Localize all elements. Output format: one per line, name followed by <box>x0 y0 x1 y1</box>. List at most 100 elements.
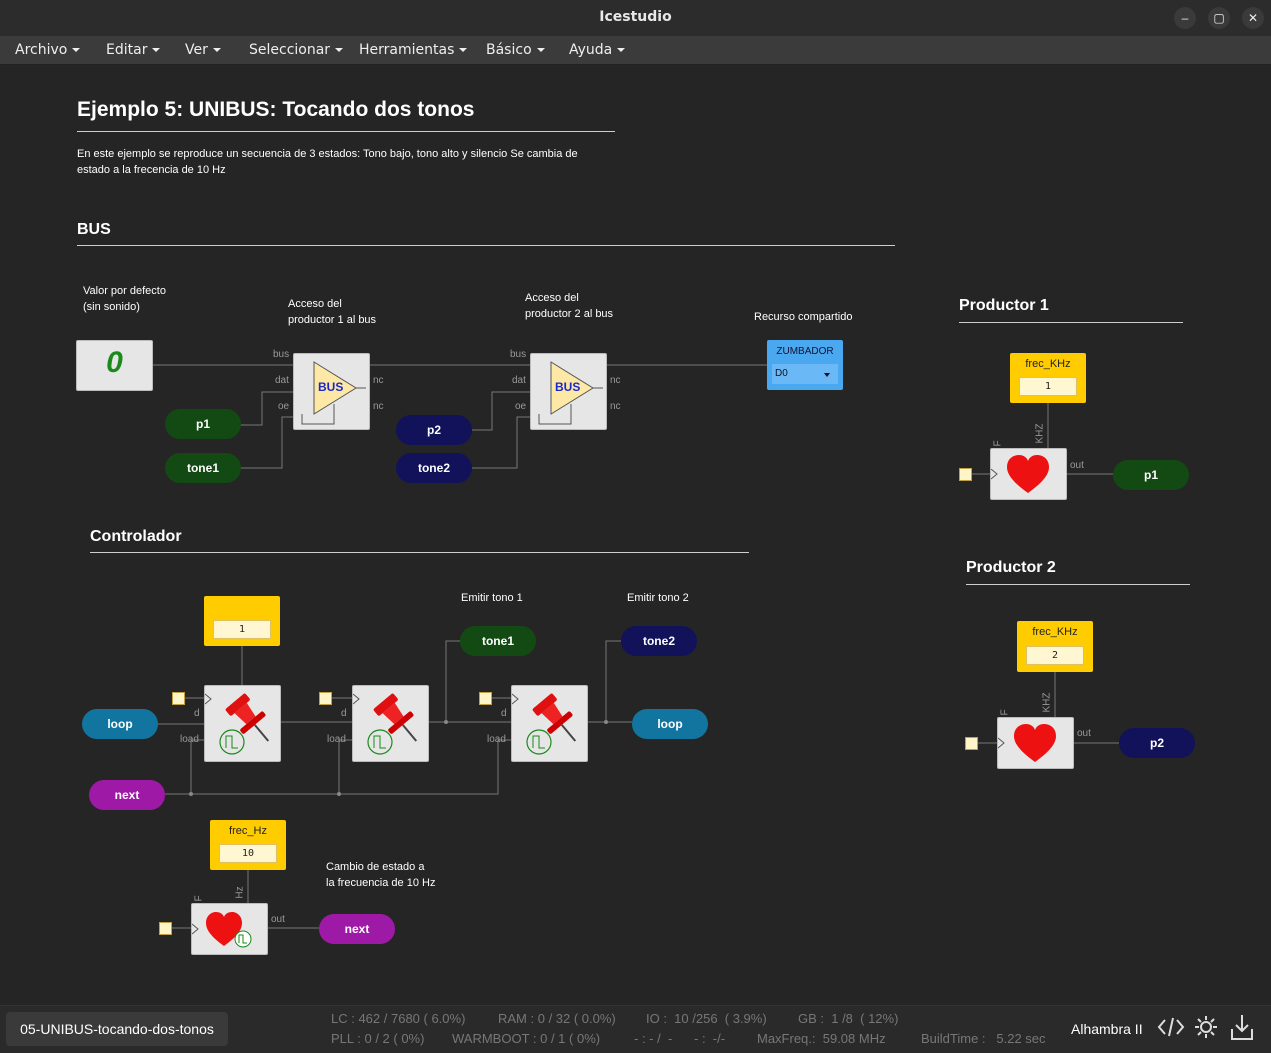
pin-label: Hz <box>234 886 246 899</box>
minimize-button[interactable]: – <box>1174 7 1196 29</box>
note-acceso2: Acceso del <box>525 292 579 304</box>
menu-basico[interactable]: Básico <box>486 42 545 58</box>
wire <box>472 416 530 469</box>
enable-toggle[interactable] <box>319 692 332 705</box>
pin-label: nc <box>373 401 384 412</box>
menu-label: Seleccionar <box>249 42 331 58</box>
menu-seleccionar[interactable]: Seleccionar <box>249 42 344 58</box>
pin-label: F <box>999 709 1011 716</box>
label-p1[interactable]: p1 <box>165 409 241 439</box>
file-tab[interactable]: 05-UNIBUS-tocando-dos-tonos <box>6 1012 228 1046</box>
register-block-1[interactable] <box>204 685 281 762</box>
constant-value-input[interactable]: 2 <box>1026 646 1084 665</box>
constant-frec-hz[interactable]: frec_Hz 10 <box>210 820 286 870</box>
constant-value-input[interactable]: 1 <box>1019 377 1077 396</box>
constant-value-input[interactable]: 10 <box>219 844 277 863</box>
label-tone2-out[interactable]: tone2 <box>621 626 697 656</box>
tone-generator-block-2[interactable] <box>997 717 1074 769</box>
tone-generator-block-1[interactable] <box>990 448 1067 500</box>
heart-icon <box>192 912 252 948</box>
pin-label: d <box>341 708 347 719</box>
clock-block[interactable] <box>191 903 268 955</box>
stat-dash: - : -/- <box>694 1031 726 1046</box>
wire-junction <box>444 720 448 724</box>
note-acceso2: productor 2 al bus <box>525 308 614 320</box>
label-p1-out[interactable]: p1 <box>1113 460 1189 490</box>
pin-label: nc <box>373 375 384 386</box>
section-underline <box>90 552 749 553</box>
note-cambio: la frecuencia de 10 Hz <box>326 877 436 889</box>
wire-junction <box>337 792 341 796</box>
constant-reg-init[interactable]: 1 <box>204 596 280 646</box>
register-block-3[interactable] <box>511 685 588 762</box>
pin-label: d <box>194 708 200 719</box>
wire <box>190 739 204 794</box>
pin-label: dat <box>512 375 526 386</box>
bus-block-2[interactable]: BUS <box>530 353 607 430</box>
stat-dash: - : - / - <box>634 1031 673 1046</box>
enable-toggle[interactable] <box>159 922 172 935</box>
label-tone1[interactable]: tone1 <box>165 453 241 483</box>
maximize-button[interactable]: ▢ <box>1208 7 1230 29</box>
menu-ayuda[interactable]: Ayuda <box>569 42 626 58</box>
zero-constant-block[interactable]: 0 <box>76 340 153 391</box>
stat-maxfreq: MaxFreq.: 59.08 MHz <box>757 1031 886 1046</box>
pin-label: nc <box>610 401 621 412</box>
caret-down-icon <box>459 48 468 52</box>
pin-icon <box>205 693 270 755</box>
pin-label: load <box>487 734 506 745</box>
pin-label: load <box>180 734 199 745</box>
enable-toggle[interactable] <box>965 737 978 750</box>
design-canvas[interactable]: Ejemplo 5: UNIBUS: Tocando dos tonos En … <box>0 65 1271 1005</box>
constant-label: frec_Hz <box>229 825 267 837</box>
menu-editar[interactable]: Editar <box>106 42 161 58</box>
zumbador-label: ZUMBADOR <box>776 346 834 357</box>
label-tone1-out[interactable]: tone1 <box>460 626 536 656</box>
label-next-out[interactable]: next <box>319 914 395 944</box>
register-block-2[interactable] <box>352 685 429 762</box>
label-loop-in[interactable]: loop <box>82 709 158 739</box>
section-underline <box>959 322 1183 323</box>
constant-value-input[interactable]: 1 <box>213 620 271 639</box>
note-valor: (sin sonido) <box>83 301 140 313</box>
pin-label: nc <box>610 375 621 386</box>
label-tone2[interactable]: tone2 <box>396 453 472 483</box>
menu-ver[interactable]: Ver <box>185 42 221 58</box>
label-loop-out[interactable]: loop <box>632 709 708 739</box>
menu-label: Ver <box>185 42 208 58</box>
enable-toggle[interactable] <box>959 468 972 481</box>
pin-select[interactable]: D0 <box>772 364 838 384</box>
caret-down-icon <box>617 48 626 52</box>
menu-label: Editar <box>106 42 148 58</box>
menu-archivo[interactable]: Archivo <box>15 42 81 58</box>
description-line: estado a la frecencia de 10 Hz <box>77 164 226 176</box>
label-p2-out[interactable]: p2 <box>1119 728 1195 758</box>
section-title-productor1: Productor 1 <box>959 297 1049 314</box>
heart-icon <box>991 455 1049 493</box>
board-selector[interactable]: Alhambra II <box>1071 1021 1143 1037</box>
download-icon[interactable] <box>1229 1012 1255 1042</box>
gear-icon[interactable] <box>1193 1014 1219 1040</box>
constant-frec-khz-1[interactable]: frec_KHz 1 <box>1010 353 1086 403</box>
menu-herramientas[interactable]: Herramientas <box>359 42 468 58</box>
stat-lc: LC : 462 / 7680 ( 6.0%) <box>331 1011 466 1026</box>
section-underline <box>77 245 895 246</box>
menu-label: Archivo <box>15 42 68 58</box>
close-button[interactable]: ✕ <box>1242 7 1264 29</box>
caret-down-icon <box>212 48 221 52</box>
wire <box>605 640 621 722</box>
enable-toggle[interactable] <box>479 692 492 705</box>
label-p2[interactable]: p2 <box>396 415 472 445</box>
wire-junction <box>604 720 608 724</box>
note-cambio: Cambio de estado a <box>326 861 425 873</box>
constant-frec-khz-2[interactable]: frec_KHz 2 <box>1017 621 1093 672</box>
note-acceso1: Acceso del <box>288 298 342 310</box>
label-next-in[interactable]: next <box>89 780 165 810</box>
enable-toggle[interactable] <box>172 692 185 705</box>
zumbador-output-block[interactable]: ZUMBADOR D0 <box>767 340 843 390</box>
code-icon[interactable] <box>1157 1016 1185 1038</box>
caret-down-icon <box>335 48 344 52</box>
bus-block-1[interactable]: BUS <box>293 353 370 430</box>
constant-label: frec_KHz <box>1025 358 1071 370</box>
stat-io: IO : 10 /256 ( 3.9%) <box>646 1011 767 1026</box>
